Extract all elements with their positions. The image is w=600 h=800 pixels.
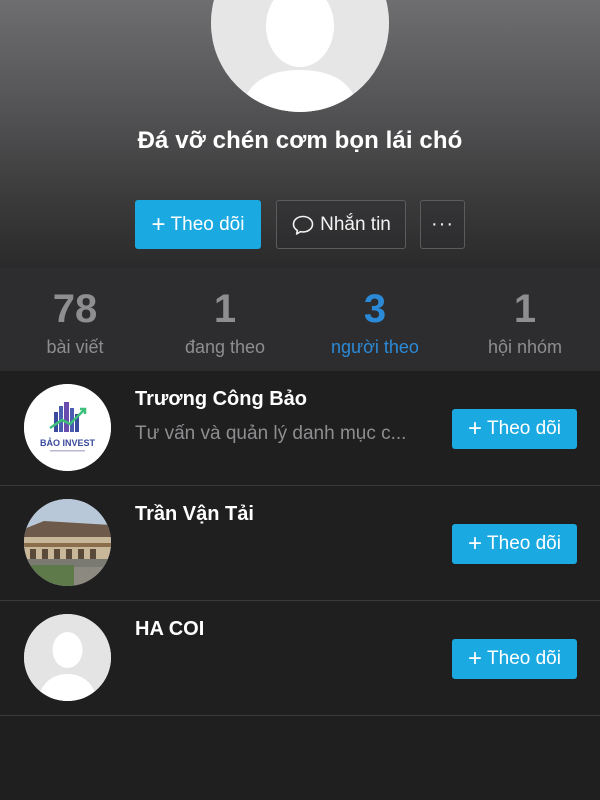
list-item[interactable]: Trần Vận Tải + Theo dõi <box>0 486 600 601</box>
building-photo-icon <box>24 499 111 586</box>
follow-button-label: Theo dõi <box>170 213 245 235</box>
follow-button-label: Theo dõi <box>487 648 561 669</box>
follow-button[interactable]: + Theo dõi <box>452 409 577 449</box>
default-user-avatar-icon <box>211 0 389 112</box>
follower-name[interactable]: Trương Công Bảo <box>135 388 307 411</box>
follower-description: Tư vấn và quản lý danh mục c... <box>135 423 407 444</box>
follow-button-label: Theo dõi <box>487 418 561 439</box>
stat-value: 1 <box>513 287 537 331</box>
stat-following[interactable]: 1 đang theo <box>150 268 300 371</box>
stat-groups[interactable]: 1 hội nhóm <box>450 268 600 371</box>
avatar[interactable]: BẢO INVEST <box>24 384 111 471</box>
follower-name[interactable]: Trần Vận Tải <box>135 503 254 526</box>
speech-bubble-icon <box>291 214 315 236</box>
more-options-button[interactable]: ··· <box>420 200 465 249</box>
stat-value: 78 <box>52 287 98 331</box>
follower-name[interactable]: HA COI <box>135 618 204 641</box>
stat-posts[interactable]: 78 bài viết <box>0 268 150 371</box>
bao-invest-logo-text: BẢO INVEST <box>40 437 96 448</box>
more-dots-icon: ··· <box>431 213 454 235</box>
avatar[interactable] <box>24 614 111 701</box>
default-user-avatar-icon <box>24 614 111 701</box>
list-item[interactable]: BẢO INVEST Trương Công Bảo Tư vấn và quả… <box>0 371 600 486</box>
profile-stats: 78 bài viết 1 đang theo 3 người theo 1 h… <box>0 268 600 371</box>
follow-button[interactable]: + Theo dõi <box>452 639 577 679</box>
bao-invest-logo-icon: BẢO INVEST <box>24 384 111 471</box>
stat-followers[interactable]: 3 người theo <box>300 268 450 371</box>
stat-value: 1 <box>213 287 237 331</box>
plus-icon: + <box>468 645 483 672</box>
message-button[interactable]: Nhắn tin <box>276 200 406 249</box>
plus-icon: + <box>151 210 166 238</box>
followers-list: BẢO INVEST Trương Công Bảo Tư vấn và quả… <box>0 371 600 716</box>
profile-page: Đá vỡ chén cơm bọn lái chó + Theo dõi Nh… <box>0 0 600 800</box>
follow-button-label: Theo dõi <box>487 533 561 554</box>
message-button-label: Nhắn tin <box>320 213 391 235</box>
follow-button[interactable]: + Theo dõi <box>135 200 261 249</box>
profile-name: Đá vỡ chén cơm bọn lái chó <box>137 127 463 154</box>
stat-label: bài viết <box>46 337 104 357</box>
list-item[interactable]: HA COI + Theo dõi <box>0 601 600 716</box>
profile-actions: + Theo dõi Nhắn tin ··· <box>0 200 600 249</box>
follow-button[interactable]: + Theo dõi <box>452 524 577 564</box>
plus-icon: + <box>468 415 483 442</box>
stat-label: người theo <box>331 337 419 357</box>
stat-label: đang theo <box>184 337 266 357</box>
stat-value: 3 <box>363 287 387 331</box>
plus-icon: + <box>468 530 483 557</box>
stat-label: hội nhóm <box>487 337 563 357</box>
avatar[interactable] <box>24 499 111 586</box>
profile-avatar[interactable] <box>211 0 389 112</box>
profile-header: Đá vỡ chén cơm bọn lái chó + Theo dõi Nh… <box>0 0 600 268</box>
